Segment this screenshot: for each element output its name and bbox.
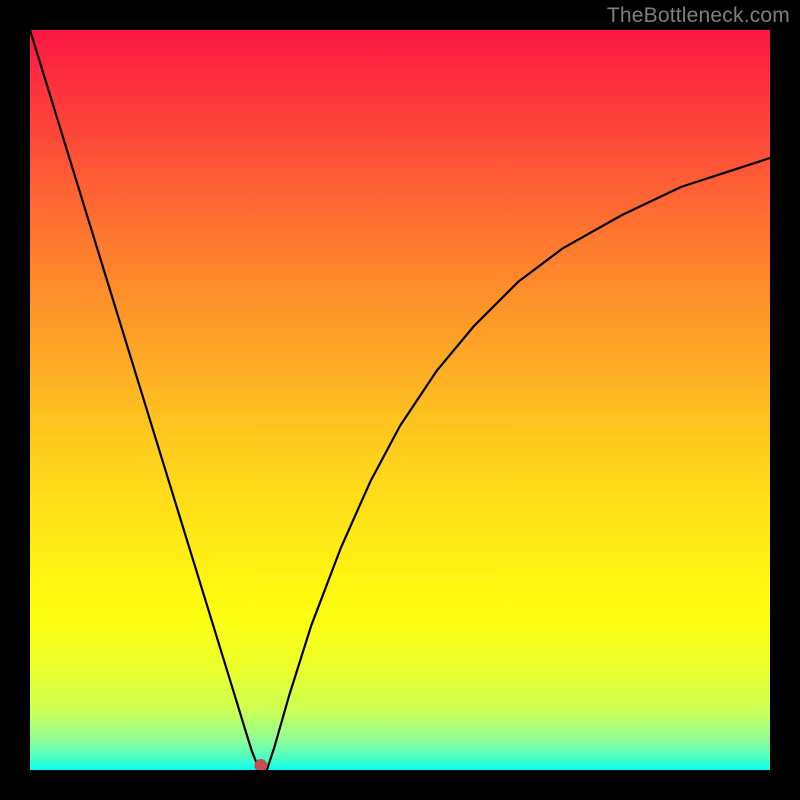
curve-svg	[30, 30, 770, 770]
optimal-point-marker	[255, 760, 267, 770]
bottleneck-curve	[30, 30, 770, 770]
plot-area	[30, 30, 770, 770]
chart-container: TheBottleneck.com	[0, 0, 800, 800]
attribution-text: TheBottleneck.com	[607, 4, 790, 28]
